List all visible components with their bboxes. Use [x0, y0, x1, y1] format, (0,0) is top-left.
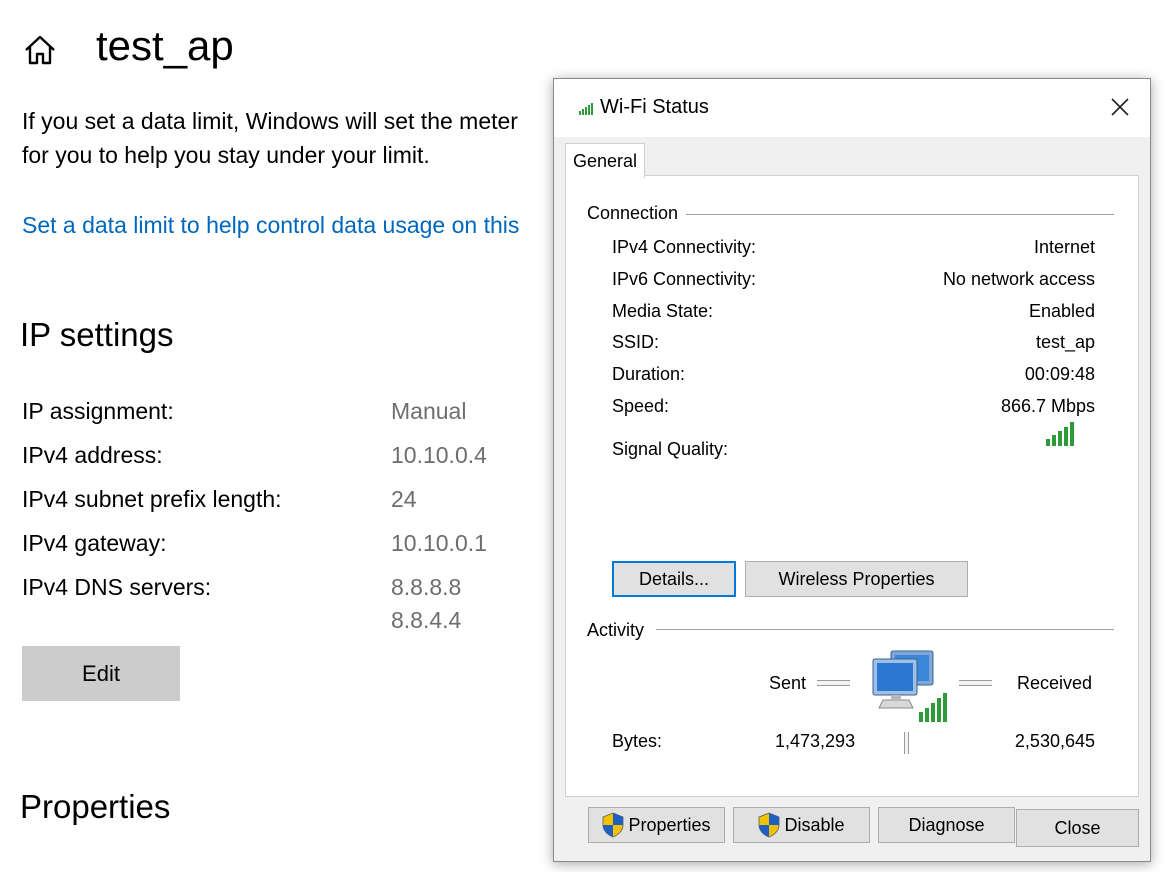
data-limit-description: If you set a data limit, Windows will se…	[22, 108, 518, 168]
general-panel: Connection IPv4 Connectivity: Internet I…	[565, 175, 1139, 843]
signal-quality-icon	[1046, 422, 1074, 446]
bytes-sent-value: 1,473,293	[775, 731, 856, 751]
bytes-label: Bytes:	[612, 731, 663, 751]
activity-heading: Activity	[587, 620, 653, 641]
tab-general[interactable]: General	[565, 143, 645, 178]
received-label: Received	[1017, 673, 1093, 693]
close-button[interactable]: Close	[1016, 809, 1139, 847]
edit-button[interactable]: Edit	[22, 646, 180, 701]
dns-server-primary: 8.8.8.8	[391, 574, 462, 600]
dialog-title: Wi-Fi Status	[600, 96, 709, 118]
dns-servers-label: IPv4 DNS servers:	[22, 574, 212, 600]
signal-quality-label: Signal Quality:	[612, 439, 729, 459]
ipv4-address-value: 10.10.0.4	[391, 442, 487, 468]
ip-assignment-label: IP assignment:	[22, 398, 174, 424]
close-icon[interactable]	[1109, 96, 1131, 118]
activity-divider-vertical	[904, 732, 909, 754]
disable-button[interactable]: Disable	[733, 807, 870, 843]
duration-value: 00:09:48	[1024, 364, 1095, 384]
wifi-status-dialog: Wi-Fi Status General Connection IPv4 Con…	[553, 78, 1151, 862]
sent-label: Sent	[769, 673, 807, 693]
dialog-titlebar[interactable]: Wi-Fi Status	[554, 79, 1150, 137]
wireless-properties-button[interactable]: Wireless Properties	[745, 561, 968, 597]
uac-shield-icon	[759, 812, 780, 838]
ip-settings-heading: IP settings	[20, 316, 174, 353]
home-icon[interactable]	[22, 32, 58, 68]
ipv4-connectivity-label: IPv4 Connectivity:	[612, 237, 757, 257]
bytes-received-value: 2,530,645	[1014, 731, 1095, 751]
media-state-value: Enabled	[1028, 301, 1095, 321]
data-limit-link[interactable]: Set a data limit to help control data us…	[22, 212, 519, 239]
received-connector	[959, 680, 992, 686]
ipv6-connectivity-value: No network access	[942, 269, 1095, 289]
wifi-signal-icon	[579, 103, 593, 115]
disable-button-label: Disable	[784, 814, 845, 835]
ssid-value: test_ap	[1035, 332, 1095, 352]
ipv6-connectivity-label: IPv6 Connectivity:	[612, 269, 757, 289]
sent-connector	[817, 680, 850, 686]
connection-divider	[686, 214, 1114, 215]
details-button[interactable]: Details...	[612, 561, 736, 597]
ipv4-address-label: IPv4 address:	[22, 442, 163, 468]
properties-button[interactable]: Properties	[588, 807, 725, 843]
subnet-prefix-value: 24	[391, 486, 417, 512]
duration-label: Duration:	[612, 364, 686, 384]
speed-value: 866.7 Mbps	[1000, 396, 1095, 416]
diagnose-button[interactable]: Diagnose	[878, 807, 1015, 843]
speed-label: Speed:	[612, 396, 670, 416]
subnet-prefix-label: IPv4 subnet prefix length:	[22, 486, 282, 512]
activity-divider	[656, 629, 1114, 630]
connection-heading: Connection	[587, 203, 687, 224]
ip-assignment-value: Manual	[391, 398, 467, 424]
properties-button-label: Properties	[628, 814, 711, 835]
page-title: test_ap	[96, 22, 234, 69]
network-computers-icon	[872, 650, 947, 722]
properties-heading: Properties	[20, 788, 171, 825]
ipv4-connectivity-value: Internet	[1033, 237, 1095, 257]
uac-shield-icon	[603, 812, 624, 838]
ssid-label: SSID:	[612, 332, 660, 352]
ipv4-gateway-label: IPv4 gateway:	[22, 530, 167, 556]
media-state-label: Media State:	[612, 301, 714, 321]
dns-server-secondary: 8.8.4.4	[391, 607, 462, 633]
ipv4-gateway-value: 10.10.0.1	[391, 530, 487, 556]
